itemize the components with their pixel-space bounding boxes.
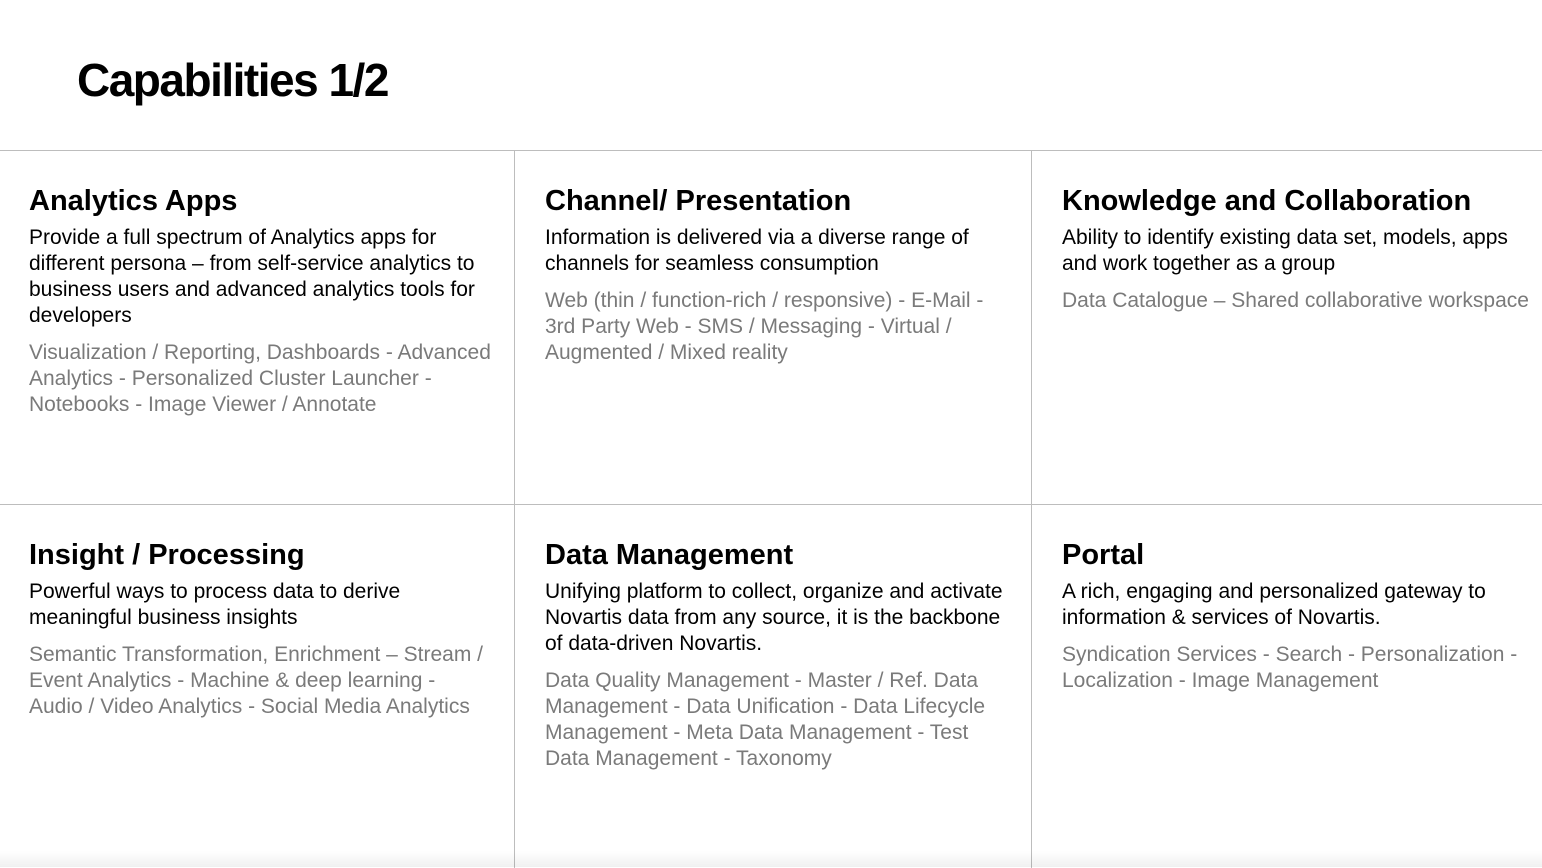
capability-card-analytics-apps: Analytics Apps Provide a full spectrum o…	[0, 151, 515, 505]
capability-card-portal: Portal A rich, engaging and personalized…	[1032, 505, 1542, 868]
capability-description: Provide a full spectrum of Analytics app…	[29, 226, 475, 327]
capability-description: Powerful ways to process data to derive …	[29, 580, 401, 629]
capability-description: Unifying platform to collect, organize a…	[545, 580, 1003, 655]
bottom-shadow	[0, 851, 1542, 867]
capability-description: A rich, engaging and personalized gatewa…	[1062, 580, 1486, 629]
capability-title: Analytics Apps	[29, 185, 238, 217]
page-title: Capabilities 1/2	[77, 54, 389, 106]
capability-card-insight-processing: Insight / Processing Powerful ways to pr…	[0, 505, 515, 868]
capability-card-channel-presentation: Channel/ Presentation Information is del…	[515, 151, 1032, 505]
capability-items: Syndication Services - Search - Personal…	[1062, 643, 1518, 692]
capability-card-data-management: Data Management Unifying platform to col…	[515, 505, 1032, 868]
capability-items: Web (thin / function-rich / responsive) …	[545, 289, 984, 364]
capability-title: Knowledge and Collaboration	[1062, 185, 1472, 217]
capability-items: Visualization / Reporting, Dashboards - …	[29, 341, 491, 416]
capability-items: Semantic Transformation, Enrichment – St…	[29, 643, 484, 718]
capability-title: Channel/ Presentation	[545, 185, 852, 217]
capability-description: Information is delivered via a diverse r…	[545, 226, 969, 275]
capability-items: Data Catalogue – Shared collaborative wo…	[1062, 289, 1529, 312]
capability-description: Ability to identify existing data set, m…	[1062, 226, 1508, 275]
capability-title: Insight / Processing	[29, 539, 305, 571]
capability-items: Data Quality Management - Master / Ref. …	[545, 669, 986, 770]
capability-card-knowledge-collaboration: Knowledge and Collaboration Ability to i…	[1032, 151, 1542, 505]
capability-title: Portal	[1062, 539, 1145, 571]
capabilities-grid: Analytics Apps Provide a full spectrum o…	[0, 150, 1542, 868]
capability-title: Data Management	[545, 539, 794, 571]
